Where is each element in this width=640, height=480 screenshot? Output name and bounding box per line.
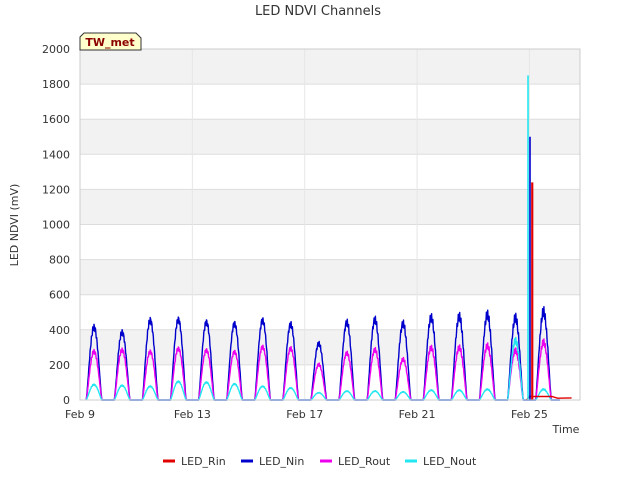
plot-band [80,294,580,330]
x-axis-label: Time [552,423,580,436]
y-tick-label: 1800 [42,78,70,91]
x-tick-label: Feb 9 [65,408,95,421]
y-tick-labels: 0 200 400 600 800 1000 1200 1400 1600 1800 2000 [42,43,70,407]
plot-band [80,224,580,260]
y-tick-label: 1400 [42,148,70,161]
plot-band [80,189,580,225]
legend-label: LED_Rout [338,455,391,468]
plot-band [80,119,580,155]
chart-title: LED NDVI Channels [255,4,381,19]
legend-label: LED_Rin [181,455,226,468]
led-ndvi-chart: LED NDVI Channels 0 200 400 600 800 1000 1200 1… [8,4,581,468]
y-tick-label: 0 [63,394,70,407]
y-tick-label: 1600 [42,113,70,126]
x-tick-label: Feb 21 [399,408,436,421]
site-badge: TW_met [79,32,142,51]
y-tick-label: 2000 [42,43,70,56]
x-tick-label: Feb 25 [511,408,548,421]
x-tick-labels: Feb 9 Feb 13 Feb 17 Feb 21 Feb 25 [65,408,548,421]
y-tick-label: 200 [49,359,70,372]
plot-band [80,84,580,120]
x-tick-label: Feb 13 [174,408,211,421]
plot-band [80,154,580,190]
plot-band [80,259,580,295]
y-tick-label: 400 [49,324,70,337]
site-badge-label: TW_met [85,36,134,49]
legend-label: LED_Nin [259,455,304,468]
plot-band [80,49,580,85]
legend-label: LED_Nout [423,455,477,468]
y-tick-label: 1200 [42,183,70,196]
y-tick-label: 800 [49,254,70,267]
y-axis-label: LED NDVI (mV) [8,184,21,267]
legend: LED_Rin LED_Nin LED_Rout LED_Nout [163,455,477,468]
y-tick-label: 600 [49,289,70,302]
y-tick-label: 1000 [42,219,70,232]
x-tick-label: Feb 17 [286,408,323,421]
